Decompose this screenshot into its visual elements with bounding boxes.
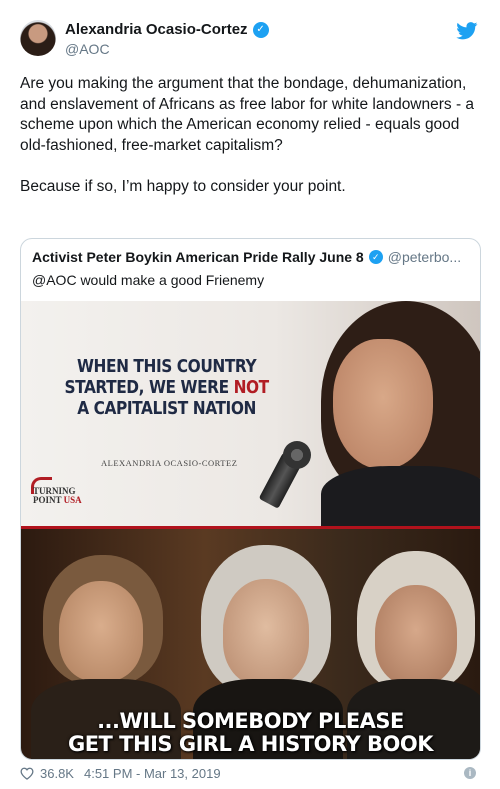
headline-line-2-a: STARTED, WE WERE [64, 378, 234, 398]
quoted-tweet-text: @AOC would make a good Frienemy [32, 272, 265, 288]
tweet-footer: 36.8K 4:51 PM - Mar 13, 2019 [20, 766, 221, 781]
headline-line-1: WHEN THIS COUNTRY [76, 357, 257, 377]
author-name[interactable]: Alexandria Ocasio-Cortez [65, 21, 248, 38]
like-count[interactable]: 36.8K [40, 766, 74, 781]
founder-3-face [375, 585, 457, 685]
founder-2-face [223, 579, 309, 685]
headline-line-3: A CAPITALIST NATION [77, 399, 256, 419]
logo-line-2-b: USA [63, 495, 82, 505]
microphone-head [283, 441, 311, 469]
quoted-author-name: Activist Peter Boykin American Pride Ral… [32, 249, 364, 265]
quoted-tweet-header: Activist Peter Boykin American Pride Ral… [32, 249, 461, 265]
avatar[interactable] [20, 20, 56, 56]
verified-badge-icon: ✓ [368, 250, 383, 264]
tweet-card[interactable]: Alexandria Ocasio-Cortez ✓ @AOC Are you … [0, 0, 500, 789]
quoted-tweet[interactable]: Activist Peter Boykin American Pride Ral… [20, 238, 481, 760]
quoted-tweet-image[interactable]: WHEN THIS COUNTRY STARTED, WE WERE NOT A… [21, 301, 480, 759]
tweet-timestamp[interactable]: 4:51 PM - Mar 13, 2019 [84, 766, 221, 781]
quoted-author-handle: @peterbo... [387, 249, 462, 265]
verified-badge-icon: ✓ [252, 21, 269, 38]
speaker-face [333, 339, 433, 469]
meme-headline: WHEN THIS COUNTRY STARTED, WE WERE NOT A… [61, 357, 272, 420]
meme-caption-line-1: ...WILL SOMEBODY PLEASE [97, 709, 404, 733]
meme-caption-line-2: GET THIS GIRL A HISTORY BOOK [67, 732, 434, 756]
twitter-bird-icon[interactable] [456, 22, 478, 40]
turning-point-logo: TURNING POINT USA [33, 487, 82, 505]
speaker-body [321, 466, 480, 526]
author-row: Alexandria Ocasio-Cortez ✓ [65, 21, 269, 38]
heart-icon[interactable] [20, 767, 34, 780]
meme-bottom-panel: ...WILL SOMEBODY PLEASE GET THIS GIRL A … [21, 529, 480, 759]
headline-line-2-b: NOT [233, 378, 270, 398]
headline-line-2: STARTED, WE WERE NOT [61, 378, 272, 399]
meme-attribution: ALEXANDRIA OCASIO-CORTEZ [101, 458, 238, 468]
author-handle[interactable]: @AOC [65, 41, 110, 57]
info-icon[interactable]: i [464, 767, 476, 779]
logo-line-2-a: POINT [33, 495, 64, 505]
tweet-text: Are you making the argument that the bon… [20, 75, 475, 195]
founder-1-face [59, 581, 143, 681]
logo-line-2: POINT USA [33, 496, 82, 505]
meme-top-panel: WHEN THIS COUNTRY STARTED, WE WERE NOT A… [21, 301, 480, 526]
